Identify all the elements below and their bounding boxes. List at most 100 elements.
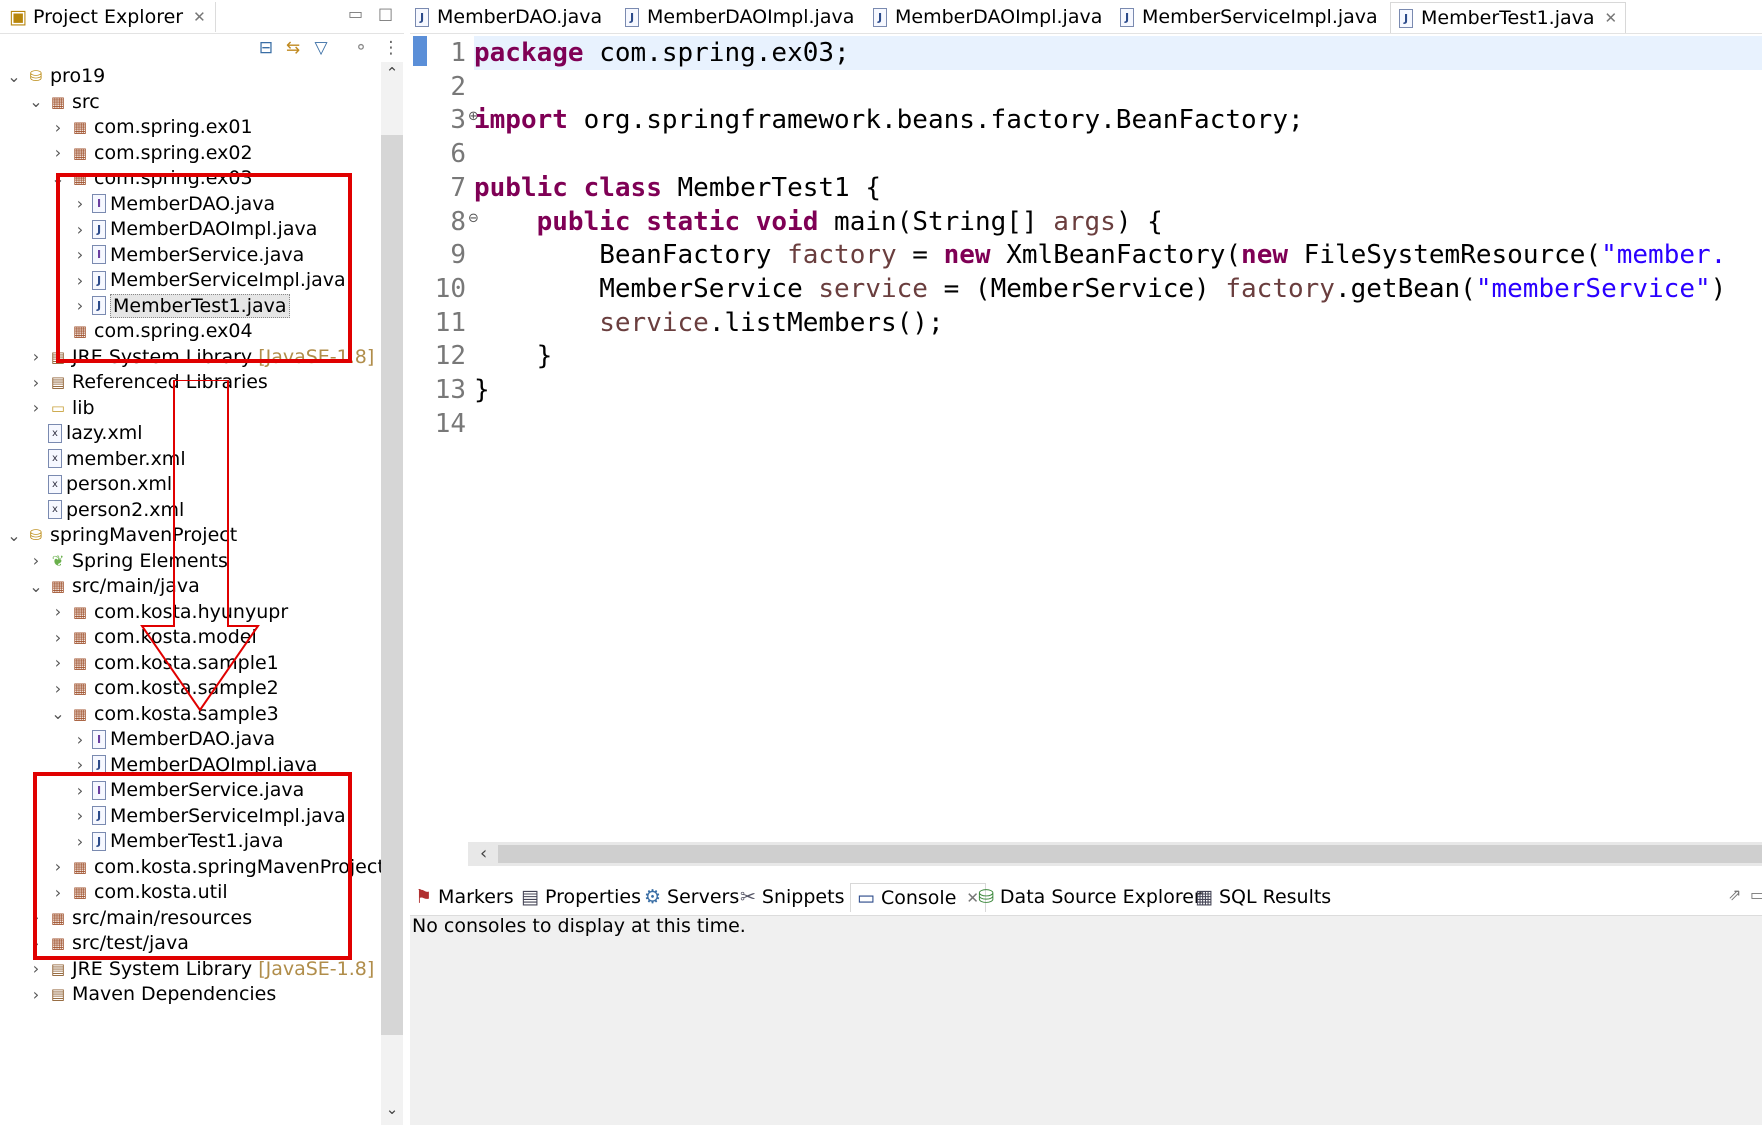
console-tab[interactable]: ▭ Console ✕: [850, 883, 986, 912]
scroll-down-icon[interactable]: ⌄: [381, 1100, 403, 1118]
tree-item-label: MemberDAO.java: [110, 728, 276, 750]
collapsed-chevron-icon[interactable]: ›: [26, 985, 46, 1004]
console-tab[interactable]: ✂ Snippets: [740, 883, 844, 911]
console-tab[interactable]: ▦ SQL Results: [1195, 883, 1331, 911]
code-token: import: [474, 105, 568, 136]
highlight-box-sample3: [33, 772, 352, 960]
tree-item[interactable]: ⌄ ▦ src: [26, 88, 99, 116]
collapsed-chevron-icon[interactable]: ›: [48, 628, 68, 647]
collapsed-chevron-icon[interactable]: ›: [48, 602, 68, 621]
console-tab-label: Snippets: [761, 886, 845, 908]
console-tab-label: Data Source Explorer: [999, 886, 1202, 908]
code-token: = (MemberService): [927, 273, 1226, 304]
library-icon: ▤: [50, 985, 66, 1003]
expanded-chevron-icon[interactable]: ⌄: [4, 67, 24, 86]
collapse-all-icon[interactable]: ⊟: [255, 37, 277, 59]
collapsed-chevron-icon[interactable]: ›: [26, 373, 46, 392]
collapsed-chevron-icon[interactable]: ›: [26, 959, 46, 978]
tree-item[interactable]: › I MemberDAO.java: [70, 725, 275, 753]
console-tab[interactable]: ⚙ Servers: [644, 883, 739, 911]
tree-item[interactable]: › ▤ Maven Dependencies: [26, 980, 276, 1008]
open-console-icon[interactable]: ⇗: [1728, 885, 1741, 904]
editor-tab[interactable]: J MemberDAOImpl.java: [625, 2, 854, 32]
explorer-scroll-thumb[interactable]: [381, 135, 403, 1035]
collapsed-chevron-icon[interactable]: ›: [48, 143, 68, 162]
code-token: }: [474, 341, 553, 372]
close-icon[interactable]: ✕: [193, 8, 206, 26]
view-menu-icon[interactable]: ⋮: [380, 37, 402, 59]
console-tab-label: Console: [880, 887, 957, 909]
code-line[interactable]: }: [474, 373, 490, 407]
java-file-icon: J: [1399, 8, 1413, 28]
code-line[interactable]: public static void main(String[] args) {: [474, 205, 1163, 239]
focus-icon[interactable]: ⚬: [350, 37, 372, 59]
expanded-chevron-icon[interactable]: ⌄: [48, 704, 68, 723]
editor-tab-label: MemberServiceImpl.java: [1142, 6, 1378, 28]
explorer-toolbar: ⊟ ⇆ ▽ ⚬ ⋮: [0, 33, 404, 65]
code-line[interactable]: MemberService service = (MemberService) …: [474, 272, 1726, 306]
code-line[interactable]: service.listMembers();: [474, 306, 943, 340]
console-tab-label: Servers: [667, 886, 740, 908]
tree-item[interactable]: › ▦ com.spring.ex01: [48, 113, 253, 141]
java-file-icon: J: [415, 7, 429, 27]
package-icon: ▦: [72, 704, 88, 723]
java-file-icon: J: [873, 7, 887, 27]
line-number: 2: [450, 71, 466, 102]
collapsed-chevron-icon[interactable]: ›: [26, 398, 46, 417]
expanded-chevron-icon[interactable]: ⌄: [4, 526, 24, 545]
filter-icon[interactable]: ▽: [310, 37, 332, 59]
editor-tab[interactable]: J MemberTest1.java ✕: [1390, 2, 1627, 33]
library-icon: ▤: [50, 373, 66, 391]
code-token: org.springframework.beans.factory.BeanFa…: [567, 105, 1304, 136]
code-line[interactable]: }: [474, 339, 553, 373]
editor-scroll-thumb[interactable]: [498, 845, 1762, 863]
expanded-chevron-icon[interactable]: ⌄: [26, 577, 46, 596]
console-tab-label: Markers: [438, 886, 514, 908]
code-line[interactable]: import org.springframework.beans.factory…: [474, 103, 1304, 137]
editor-tab[interactable]: J MemberServiceImpl.java: [1120, 2, 1378, 32]
close-icon[interactable]: ✕: [1605, 9, 1618, 27]
editor-horizontal-scrollbar[interactable]: ‹: [468, 842, 1762, 866]
collapsed-chevron-icon[interactable]: ›: [48, 653, 68, 672]
minimize-console-icon[interactable]: ▭: [1750, 885, 1762, 904]
scroll-left-icon[interactable]: ‹: [480, 843, 487, 864]
code-token: new: [943, 240, 991, 271]
collapsed-chevron-icon[interactable]: ›: [48, 118, 68, 137]
code-line[interactable]: public class MemberTest1 {: [474, 171, 881, 205]
package-icon: ▦: [72, 118, 88, 136]
code-line[interactable]: package com.spring.ex03;: [474, 36, 850, 70]
console-tab[interactable]: ⛁ Data Source Explorer: [978, 883, 1202, 911]
line-number: 14: [434, 408, 466, 439]
code-line[interactable]: BeanFactory factory = new XmlBeanFactory…: [474, 238, 1726, 272]
code-token: void: [755, 206, 819, 237]
minimize-icon[interactable]: ▭: [348, 4, 363, 23]
collapsed-chevron-icon[interactable]: ›: [48, 679, 68, 698]
code-token: FileSystemResource(: [1288, 240, 1602, 271]
maximize-icon[interactable]: □: [378, 4, 393, 23]
collapsed-chevron-icon[interactable]: ›: [70, 730, 90, 749]
console-tab[interactable]: ▤ Properties: [521, 883, 641, 911]
tree-item[interactable]: ⌄ ⛁ pro19: [4, 62, 105, 90]
tree-item[interactable]: › ▭ lib: [26, 394, 95, 422]
code-token: new: [1241, 240, 1289, 271]
explorer-title-bar: ▣ Project Explorer ✕ ▭ □: [0, 0, 404, 34]
tree-item[interactable]: › ▦ com.spring.ex02: [48, 139, 253, 167]
code-token: public: [474, 172, 568, 203]
line-number: 3: [450, 105, 466, 136]
link-with-editor-icon[interactable]: ⇆: [282, 37, 304, 59]
scroll-up-icon[interactable]: ⌃: [381, 64, 403, 82]
collapsed-chevron-icon[interactable]: ›: [26, 551, 46, 570]
tab-project-explorer[interactable]: ▣ Project Explorer ✕: [0, 2, 216, 32]
xml-file-icon: x: [48, 423, 62, 443]
project-icon: ⛁: [29, 67, 43, 85]
editor-tab[interactable]: J MemberDAOImpl.java: [873, 2, 1102, 32]
code-token: "member.: [1601, 240, 1727, 271]
editor-tab[interactable]: J MemberDAO.java: [415, 2, 602, 32]
tree-item[interactable]: x lazy.xml: [26, 419, 143, 447]
collapsed-chevron-icon[interactable]: ›: [26, 347, 46, 366]
console-tab[interactable]: ⚑ Markers: [415, 883, 514, 911]
expanded-chevron-icon[interactable]: ⌄: [26, 92, 46, 111]
